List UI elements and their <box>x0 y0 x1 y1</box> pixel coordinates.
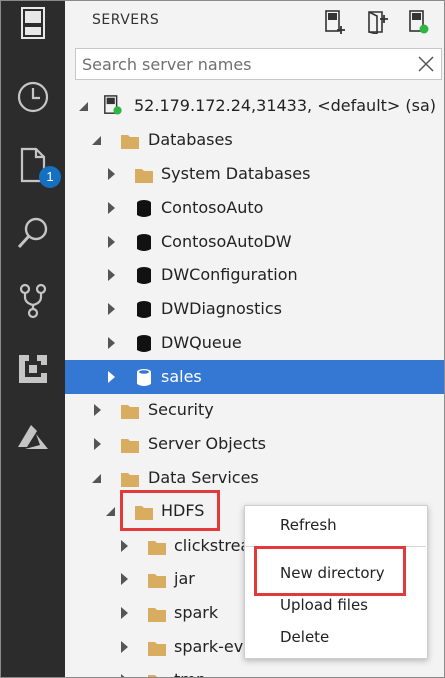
extensions-icon[interactable] <box>11 347 55 391</box>
tree-item-dwdiagnostics[interactable]: DWDiagnostics <box>65 292 444 326</box>
tree-item-label: ContosoAutoDW <box>161 232 292 251</box>
folder-icon <box>121 135 139 149</box>
panel-title: SERVERS <box>92 12 160 28</box>
database-icon <box>137 369 151 386</box>
collapsed-arrow-icon[interactable] <box>104 200 118 216</box>
collapsed-arrow-icon[interactable] <box>104 267 118 283</box>
new-connection-icon[interactable] <box>321 8 349 36</box>
database-icon <box>137 267 151 284</box>
folder-icon <box>148 608 166 622</box>
collapsed-arrow-icon[interactable] <box>104 301 118 317</box>
tree-item-system-databases[interactable]: System Databases <box>65 157 444 191</box>
tree-item-label: spark-eve <box>174 637 254 656</box>
tree-item-dwconfiguration[interactable]: DWConfiguration <box>65 258 444 292</box>
tree-item-label: jar <box>174 569 195 588</box>
tree-item-label: tmp <box>174 670 206 677</box>
tree-item-label: Security <box>148 400 214 419</box>
collapsed-arrow-icon[interactable] <box>104 335 118 351</box>
tree-item-label: DWDiagnostics <box>161 299 282 318</box>
tree-item-security[interactable]: Security <box>65 393 444 427</box>
menu-item-refresh[interactable]: Refresh <box>245 512 427 540</box>
database-icon <box>137 301 151 318</box>
folder-icon <box>121 405 139 419</box>
tree-item-tmp[interactable]: tmp <box>65 663 444 678</box>
server-search <box>75 48 442 80</box>
new-directory-highlight-box <box>254 546 406 596</box>
folder-icon <box>121 473 139 487</box>
collapsed-arrow-icon[interactable] <box>117 672 131 678</box>
notification-badge: 1 <box>39 166 61 188</box>
menu-item-delete[interactable]: Delete <box>245 624 427 652</box>
collapsed-arrow-icon[interactable] <box>104 369 118 385</box>
menu-item-label: Refresh <box>280 516 337 534</box>
folder-icon <box>148 541 166 555</box>
folder-icon <box>148 574 166 588</box>
database-icon <box>137 335 151 352</box>
servers-icon[interactable] <box>11 1 55 45</box>
tree-item-contosoautodw[interactable]: ContosoAutoDW <box>65 225 444 259</box>
collapsed-arrow-icon[interactable] <box>117 538 131 554</box>
tree-item-label: clickstrea <box>174 536 251 555</box>
tree-item-server-objects[interactable]: Server Objects <box>65 427 444 461</box>
activity-bar: 1 <box>1 1 65 677</box>
database-icon <box>137 234 151 251</box>
tree-item-label: ContosoAuto <box>161 198 264 217</box>
expanded-arrow-icon[interactable] <box>77 98 91 114</box>
history-icon[interactable] <box>11 75 55 119</box>
menu-item-label: Upload files <box>280 596 368 614</box>
database-icon <box>137 200 151 217</box>
expanded-arrow-icon[interactable] <box>104 503 118 519</box>
tree-item-label: DWConfiguration <box>161 265 298 284</box>
folder-icon <box>121 439 139 453</box>
expanded-arrow-icon[interactable] <box>90 470 104 486</box>
collapsed-arrow-icon[interactable] <box>104 166 118 182</box>
tree-item-label: spark <box>174 603 219 622</box>
tree-item-label: sales <box>161 367 202 386</box>
expanded-arrow-icon[interactable] <box>90 132 104 148</box>
servers-header: SERVERS <box>65 1 444 43</box>
tree-item-label: DWQueue <box>161 333 242 352</box>
search-icon[interactable] <box>11 211 55 255</box>
tree-item-label: Data Services <box>148 468 259 487</box>
folder-icon <box>148 675 166 677</box>
menu-item-label: Delete <box>280 628 330 646</box>
tree-item-label: System Databases <box>161 164 311 183</box>
databases-folder[interactable]: Databases <box>65 123 444 157</box>
active-connections-icon[interactable] <box>405 8 433 36</box>
folder-icon <box>148 642 166 656</box>
collapsed-arrow-icon[interactable] <box>90 436 104 452</box>
clear-icon[interactable] <box>417 55 435 73</box>
server-node[interactable]: 52.179.172.24,31433, <default> (sa) <box>65 89 444 123</box>
server-icon <box>104 95 122 115</box>
search-input[interactable] <box>76 49 412 79</box>
collapsed-arrow-icon[interactable] <box>117 605 131 621</box>
file-icon[interactable]: 1 <box>11 143 61 188</box>
collapsed-arrow-icon[interactable] <box>117 571 131 587</box>
source-control-icon[interactable] <box>11 279 55 323</box>
app-window: 1 SERVERS Search server names 52.179.172… <box>0 0 445 678</box>
collapsed-arrow-icon[interactable] <box>117 639 131 655</box>
tree-item-sales[interactable]: sales <box>65 360 444 394</box>
tree-item-dwqueue[interactable]: DWQueue <box>65 326 444 360</box>
azure-icon[interactable] <box>11 415 55 459</box>
databases-label: Databases <box>148 130 233 149</box>
hdfs-highlight-box <box>120 490 220 531</box>
tree-item-label: Server Objects <box>148 434 266 453</box>
tree-item-contosoauto[interactable]: ContosoAuto <box>65 191 444 225</box>
collapsed-arrow-icon[interactable] <box>104 234 118 250</box>
collapsed-arrow-icon[interactable] <box>90 402 104 418</box>
server-label: 52.179.172.24,31433, <default> (sa) <box>134 96 437 115</box>
new-server-group-icon[interactable] <box>363 8 391 36</box>
folder-icon <box>135 169 153 183</box>
menu-item-upload-files[interactable]: Upload files <box>245 592 427 620</box>
